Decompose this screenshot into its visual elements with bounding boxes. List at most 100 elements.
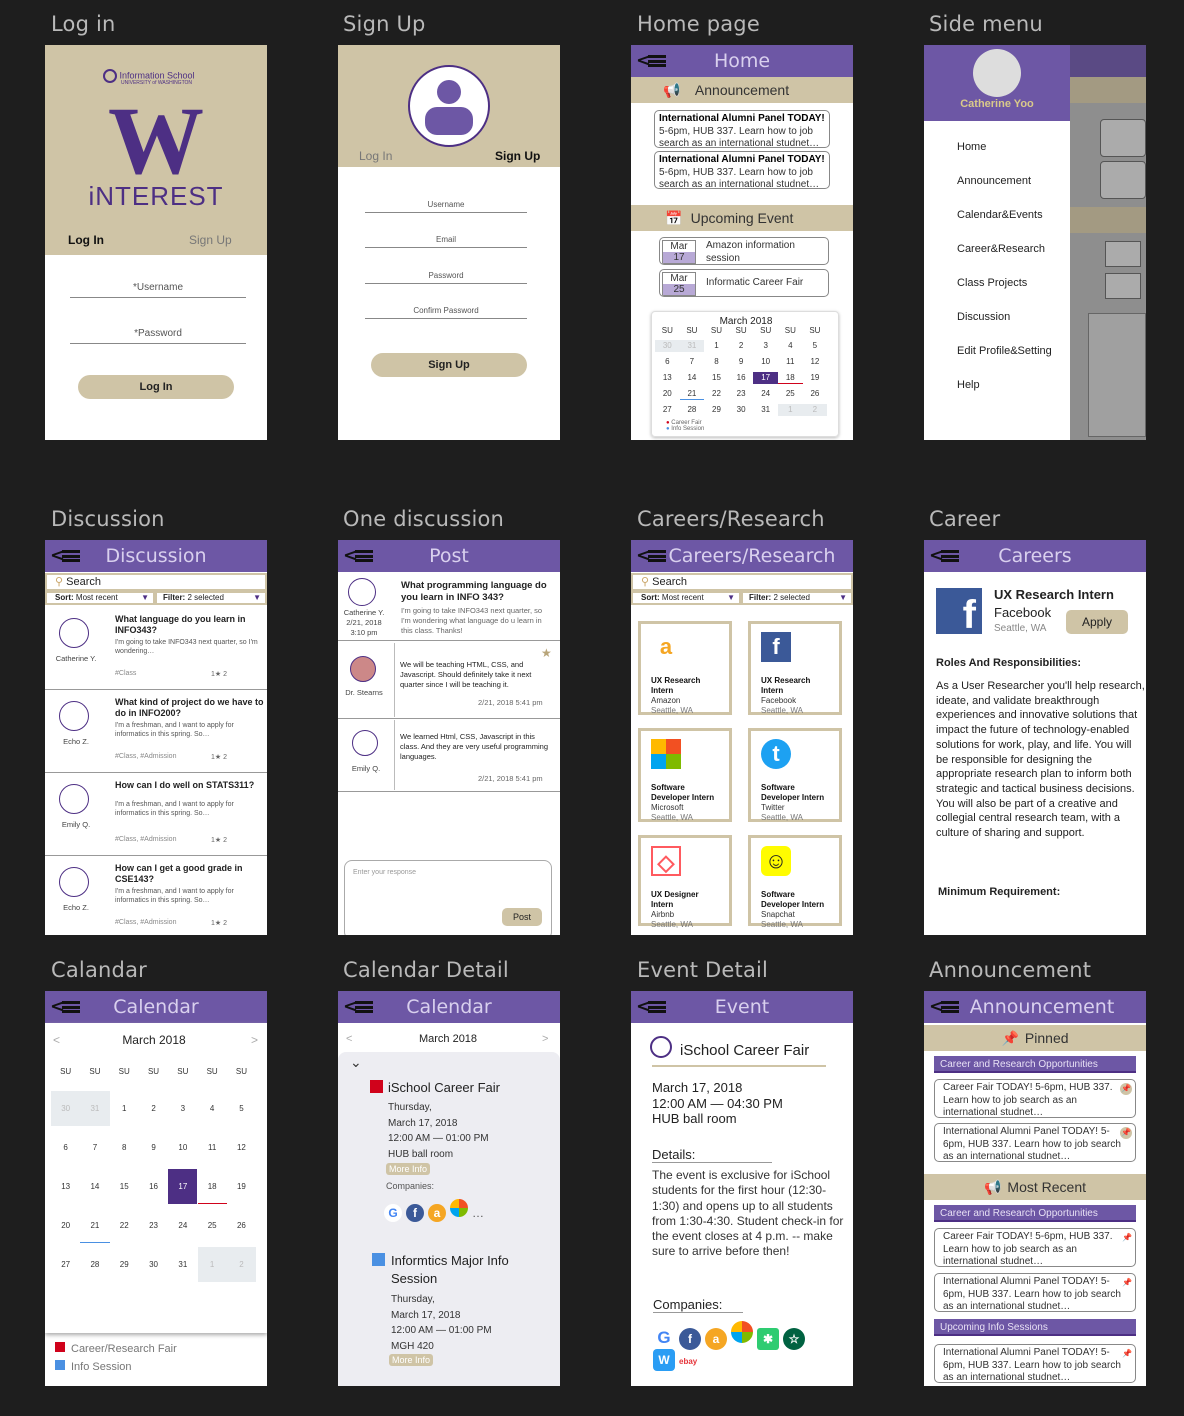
menu-icon[interactable] — [648, 1001, 666, 1013]
calendar-day[interactable]: 7 — [80, 1130, 109, 1165]
menu-icon[interactable] — [62, 550, 80, 562]
calendar-day[interactable]: 5 — [227, 1091, 256, 1126]
collapse-icon[interactable]: ⌄ — [350, 1054, 362, 1071]
category-header[interactable]: Upcoming Info Sessions — [934, 1319, 1136, 1336]
calendar-day[interactable]: 20 — [655, 388, 680, 400]
calendar-day[interactable]: 31 — [168, 1247, 197, 1282]
company-card[interactable]: t Software Developer Intern Twitter Seat… — [748, 728, 842, 822]
menu-item[interactable]: Calendar&Events — [957, 209, 1043, 221]
calendar-day[interactable]: 8 — [704, 356, 729, 368]
calendar-day[interactable]: 1 — [704, 340, 729, 352]
calendar-day[interactable]: 9 — [139, 1130, 168, 1165]
microsoft-icon[interactable] — [450, 1199, 468, 1217]
calendar-day[interactable]: 11 — [198, 1130, 227, 1165]
next-month-icon[interactable]: > — [542, 1033, 548, 1045]
username-field[interactable]: *Username — [70, 282, 246, 298]
amazon-icon[interactable]: a — [705, 1328, 727, 1350]
calendar-day[interactable]: 30 — [655, 340, 680, 352]
facebook-icon[interactable]: f — [406, 1204, 424, 1222]
company-card[interactable]: a UX Research Intern Amazon Seattle, WA — [638, 621, 732, 715]
pin-icon[interactable]: 📌 — [1122, 1232, 1132, 1245]
tab-login[interactable]: Log In — [68, 233, 104, 247]
calendar-day[interactable]: 22 — [110, 1208, 139, 1243]
calendar-day[interactable]: 30 — [729, 404, 754, 416]
category-header[interactable]: Career and Research Opportunities — [934, 1056, 1136, 1073]
calendar-day[interactable]: 15 — [704, 372, 729, 384]
calendar-day[interactable]: 27 — [51, 1247, 80, 1282]
calendar-day[interactable]: 18 — [778, 372, 803, 384]
pin-icon[interactable]: 📌 — [1120, 1083, 1132, 1095]
calendar-day[interactable]: 13 — [655, 372, 680, 384]
calendar-day[interactable]: 3 — [753, 340, 778, 352]
filter-dropdown[interactable]: Filter: 2 selected ▼ — [155, 591, 267, 605]
calendar-day[interactable]: 9 — [729, 356, 754, 368]
discussion-item[interactable]: Emily Q. How can I do well on STATS311? … — [45, 774, 267, 856]
apply-button[interactable]: Apply — [1066, 610, 1128, 634]
calendar-day[interactable]: 2 — [729, 340, 754, 352]
announcement-card[interactable]: International Alumni Panel TODAY! 5-6pm, … — [654, 110, 830, 148]
calendar-day[interactable]: 10 — [753, 356, 778, 368]
calendar-day[interactable]: 7 — [680, 356, 705, 368]
calendar-day[interactable]: 31 — [753, 404, 778, 416]
google-icon[interactable]: G — [653, 1327, 675, 1349]
announcement-card[interactable]: Career Fair TODAY! 5-6pm, HUB 337. Learn… — [934, 1228, 1136, 1267]
calendar-day[interactable]: 23 — [729, 388, 754, 400]
calendar-day[interactable]: 6 — [655, 356, 680, 368]
company-card[interactable]: ☺ Software Developer Intern Snapchat Sea… — [748, 835, 842, 929]
calendar-day[interactable]: 2 — [139, 1091, 168, 1126]
post-button[interactable]: Post — [502, 908, 542, 926]
pin-icon[interactable]: 📌 — [1122, 1348, 1132, 1361]
category-header[interactable]: Career and Research Opportunities — [934, 1205, 1136, 1222]
tab-signup[interactable]: Sign Up — [495, 149, 540, 163]
calendar-day[interactable]: 30 — [51, 1091, 81, 1126]
calendar-day[interactable]: 26 — [803, 388, 828, 400]
announcement-card[interactable]: International Alumni Panel TODAY! 5-6pm, … — [654, 151, 830, 189]
google-icon[interactable]: G — [384, 1204, 402, 1222]
calendar-day[interactable]: 17 — [753, 372, 778, 384]
calendar-day[interactable]: 16 — [139, 1169, 168, 1204]
calendar-day[interactable]: 3 — [168, 1091, 197, 1126]
starbucks-icon[interactable]: ☆ — [783, 1328, 805, 1350]
calendar-day[interactable]: 1 — [110, 1091, 139, 1126]
next-month-icon[interactable]: > — [251, 1033, 258, 1047]
announcement-card[interactable]: International Alumni Panel TODAY! 5-6pm,… — [934, 1273, 1136, 1312]
calendar-day[interactable]: 23 — [139, 1208, 168, 1243]
calendar-day[interactable]: 26 — [227, 1208, 256, 1243]
calendar-day[interactable]: 1 — [197, 1247, 227, 1282]
email-field[interactable]: Email — [365, 235, 527, 248]
calendar-day[interactable]: 10 — [168, 1130, 197, 1165]
menu-icon[interactable] — [648, 55, 666, 67]
discussion-item[interactable]: Echo Z. How can I get a good grade in CS… — [45, 857, 267, 935]
calendar-day[interactable]: 2 — [226, 1247, 257, 1282]
announcement-card[interactable]: International Alumni Panel TODAY! 5-6pm,… — [934, 1344, 1136, 1383]
calendar-day[interactable]: 21 — [679, 388, 705, 400]
password-field[interactable]: Password — [365, 271, 527, 284]
password-field[interactable]: *Password — [70, 328, 246, 344]
calendar-day[interactable]: 6 — [51, 1130, 80, 1165]
calendar-day[interactable]: 24 — [168, 1208, 197, 1243]
menu-item[interactable]: Help — [957, 379, 980, 391]
calendar-day[interactable]: 29 — [704, 404, 729, 416]
calendar-day[interactable]: 17 — [168, 1169, 198, 1204]
search-input[interactable]: ⚲ Search — [45, 573, 267, 591]
username-field[interactable]: Username — [365, 200, 527, 213]
calendar-day[interactable]: 4 — [778, 340, 803, 352]
microsoft-icon[interactable] — [731, 1321, 753, 1343]
calendar-day[interactable]: 29 — [110, 1247, 139, 1282]
discussion-item[interactable]: Echo Z. What kind of project do we have … — [45, 691, 267, 773]
calendar-day[interactable]: 30 — [139, 1247, 168, 1282]
star-icon[interactable]: ★ — [541, 646, 552, 660]
calendar-day[interactable]: 1 — [778, 404, 803, 416]
calendar-day[interactable]: 27 — [655, 404, 680, 416]
menu-icon[interactable] — [355, 1001, 373, 1013]
facebook-icon[interactable]: f — [679, 1328, 701, 1350]
signup-button[interactable]: Sign Up — [371, 353, 527, 377]
calendar-day[interactable]: 24 — [753, 388, 778, 400]
calendar-day[interactable]: 19 — [803, 372, 828, 384]
menu-icon[interactable] — [941, 1001, 959, 1013]
announcement-card[interactable]: International Alumni Panel TODAY! 5-6pm,… — [934, 1123, 1136, 1162]
calendar-day[interactable]: 14 — [80, 1169, 109, 1204]
calendar-day[interactable]: 12 — [227, 1130, 256, 1165]
calendar-day[interactable]: 22 — [704, 388, 729, 400]
pin-icon[interactable]: 📌 — [1122, 1277, 1132, 1290]
